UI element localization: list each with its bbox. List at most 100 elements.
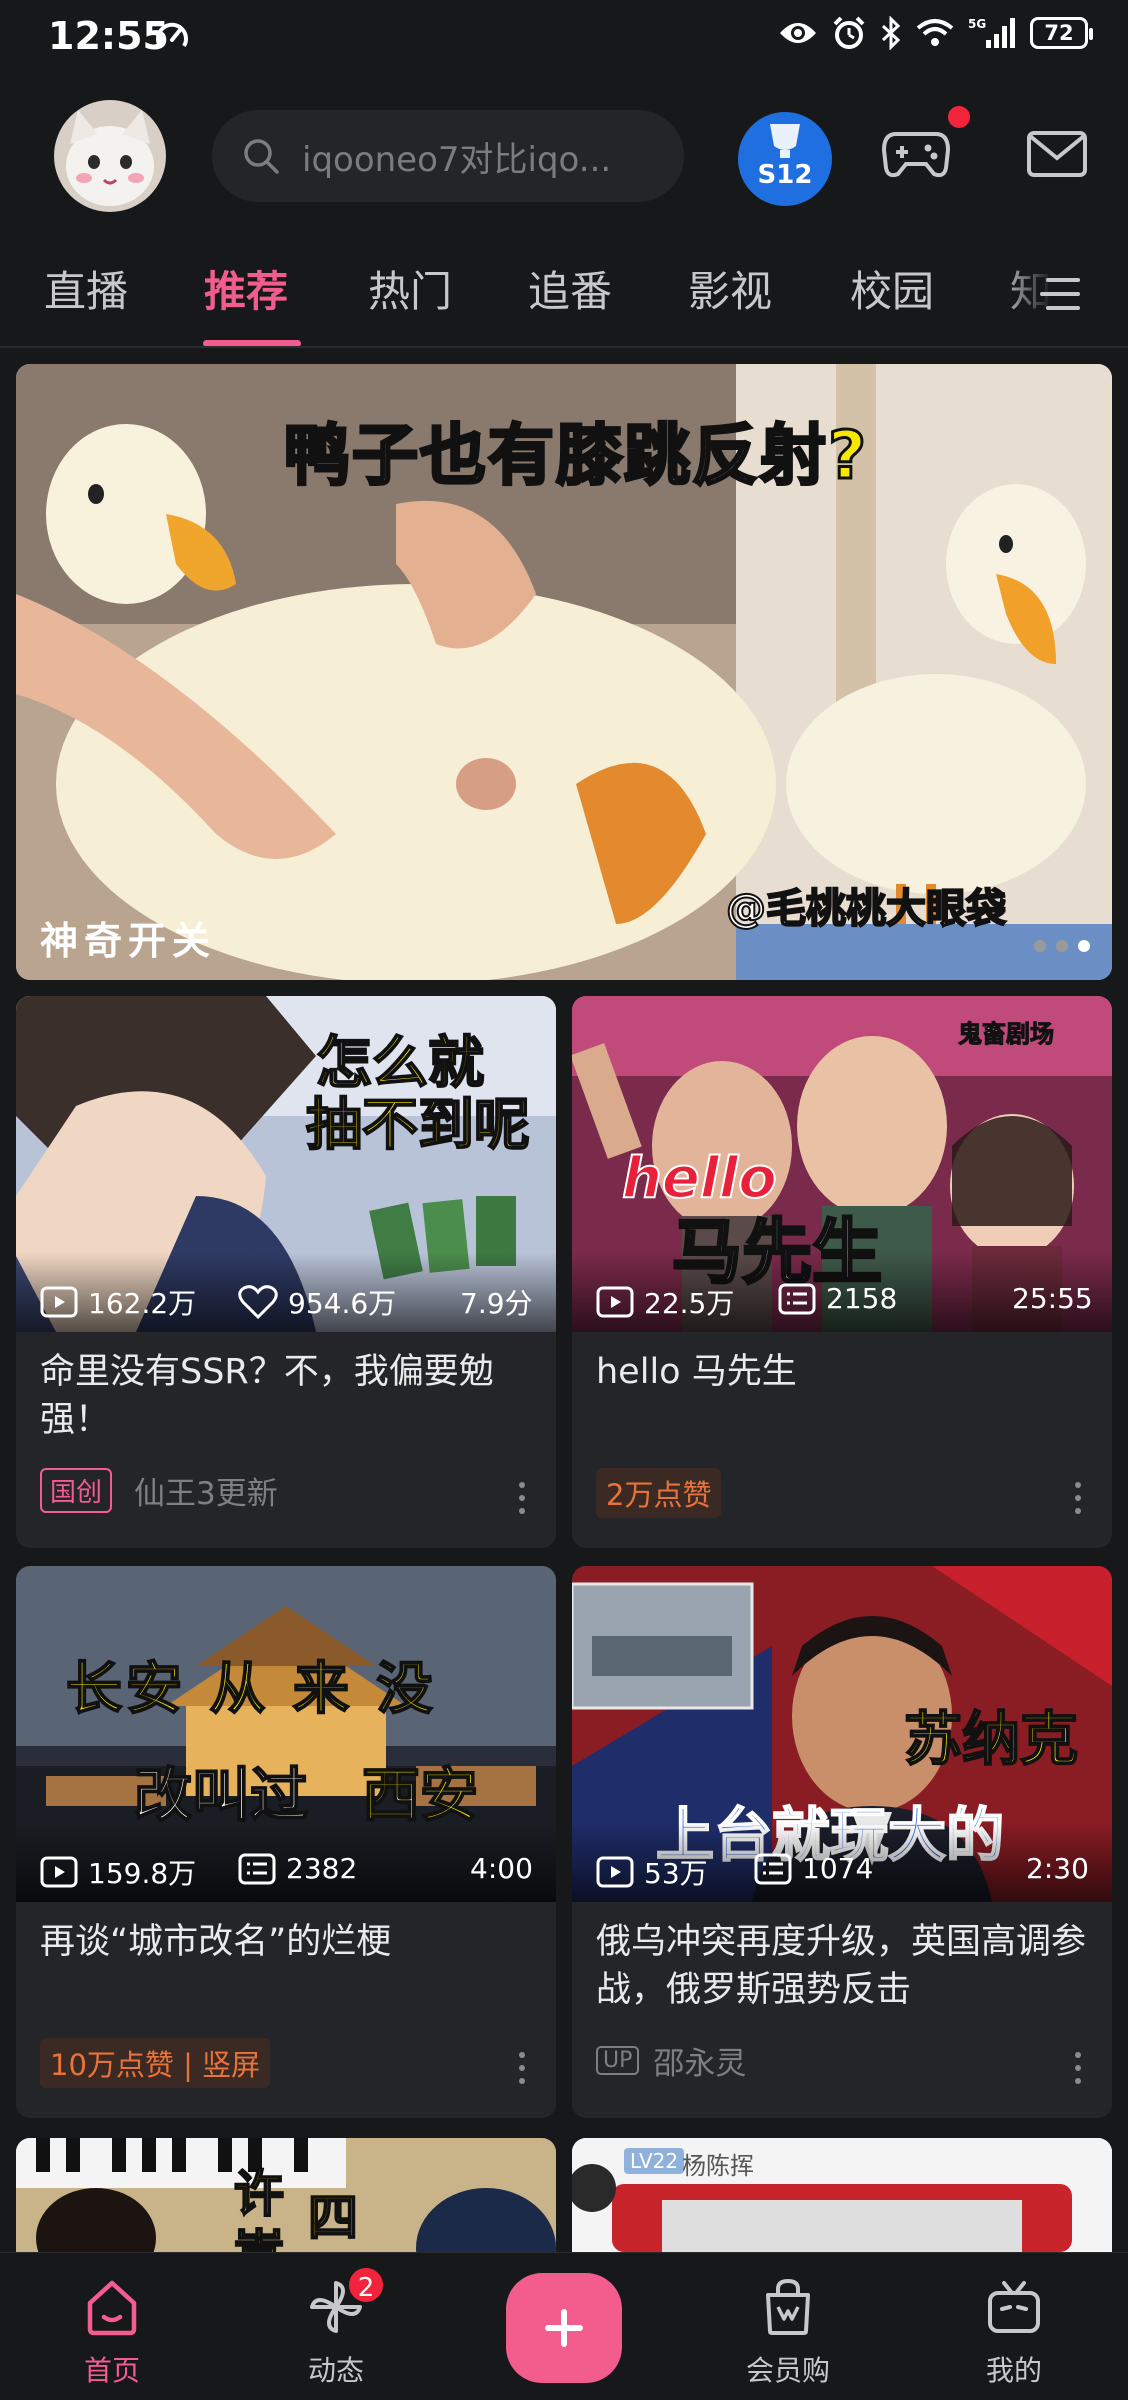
category-tabs: 直播 推荐 热门 追番 影视 校园 知 — [0, 248, 1128, 347]
video-stats: 53万 1074 2:30 — [572, 1822, 1112, 1902]
nav-dynamic-label: 动态 — [307, 2354, 364, 2387]
menu-icon[interactable] — [1040, 274, 1084, 314]
search-placeholder: iqooneo7对比iqo... — [302, 139, 612, 180]
heart-icon — [238, 1285, 278, 1320]
view-count: 53万 — [596, 1852, 708, 1892]
tab-campus[interactable]: 校园 — [850, 258, 934, 319]
play-count-icon — [40, 1286, 78, 1318]
notification-badge: 2 — [346, 2265, 386, 2305]
carousel-dot — [1056, 940, 1068, 952]
nav-dynamic[interactable]: 2 动态 — [256, 2253, 416, 2400]
thumbnail-overlay-line2b: 西安 — [361, 1760, 479, 1830]
gamepad-icon[interactable] — [882, 128, 950, 180]
video-stats: 22.5万 2158 25:55 — [572, 1252, 1112, 1332]
tab-hot[interactable]: 热门 — [368, 258, 452, 319]
carousel-indicator — [1034, 940, 1090, 952]
likes-tag: 2万点赞 — [596, 1468, 722, 1518]
more-options-icon[interactable] — [518, 2052, 526, 2084]
more-options-icon[interactable] — [518, 1482, 526, 1514]
video-card[interactable]: 鬼畜剧场 hello 马先生 22.5万 2158 25:55 hello 马先… — [572, 996, 1112, 1548]
video-title[interactable]: 命里没有SSR？不，我偏要勉强！ — [40, 1348, 532, 1444]
thumbnail-overlay-line1: 苏纳克 — [903, 1704, 1079, 1774]
video-thumbnail — [16, 2138, 556, 2252]
play-count-icon — [40, 1856, 78, 1888]
video-title[interactable]: hello 马先生 — [596, 1348, 1088, 1396]
video-card[interactable]: 苏纳克 上台就玩大的 53万 1074 2:30 俄乌冲突再度升级，英国高调参战… — [572, 1566, 1112, 2118]
shopping-bag-icon — [766, 2278, 810, 2335]
tv-face-icon — [988, 2281, 1040, 2333]
danmaku-count: 1074 — [754, 1852, 873, 1885]
view-count: 22.5万 — [596, 1282, 734, 1322]
update-info: 仙王3更新 — [134, 1476, 278, 1512]
tab-live[interactable]: 直播 — [44, 258, 128, 319]
thumbnail-corner-label: 鬼畜剧场 — [958, 1020, 1055, 1049]
alarm-icon — [833, 16, 865, 49]
thumbnail-overlay-c: 嵩 — [233, 2214, 285, 2252]
divider — [0, 346, 1128, 348]
video-card-partial[interactable]: LV22 杨陈挥 — [572, 2138, 1112, 2252]
banner-headline: 鸭子也有膝跳反射? — [283, 416, 869, 496]
home-icon — [87, 2280, 137, 2336]
bottom-navigation: 首页 2 动态 会员购 我的 — [0, 2252, 1128, 2400]
notification-dot — [948, 106, 970, 128]
uploader-name[interactable]: 邵永灵 — [653, 2038, 746, 2083]
mail-icon[interactable] — [1026, 130, 1088, 178]
carousel-dot — [1034, 940, 1046, 952]
battery-icon: 72 — [1030, 17, 1093, 49]
status-time: 12:55 — [48, 14, 169, 58]
thumbnail-overlay-line2: 抽不到呢 — [305, 1092, 531, 1159]
video-stats: 162.2万 954.6万 7.9分 — [16, 1252, 556, 1332]
video-meta: UP 邵永灵 — [596, 2038, 746, 2083]
danmaku-icon — [754, 1853, 792, 1884]
hero-banner[interactable]: 鸭子也有膝跳反射? @毛桃桃大眼袋 神奇开关 — [16, 364, 1112, 980]
video-meta: 10万点赞 | 竖屏 — [40, 2038, 271, 2088]
s12-event-button[interactable]: S12 — [738, 112, 832, 206]
search-icon — [244, 139, 279, 174]
nav-member-shop[interactable]: 会员购 — [708, 2253, 868, 2400]
upload-plus-button[interactable] — [506, 2273, 622, 2383]
tab-recommend[interactable]: 推荐 — [204, 258, 288, 319]
search-bar[interactable]: iqooneo7对比iqo... — [212, 110, 684, 202]
danmaku-count: 2158 — [778, 1282, 897, 1315]
thumbnail-overlay-line2a: 改叫过 — [133, 1760, 309, 1830]
danmaku-icon — [238, 1853, 276, 1884]
nav-home[interactable]: 首页 — [32, 2253, 192, 2400]
more-options-icon[interactable] — [1074, 2052, 1082, 2084]
video-title[interactable]: 再谈“城市改名”的烂梗 — [40, 1918, 532, 1966]
video-title[interactable]: 俄乌冲突再度升级，英国高调参战，俄罗斯强势反击 — [596, 1918, 1088, 2014]
up-badge: UP — [596, 2046, 640, 2075]
video-duration: 25:55 — [1012, 1282, 1093, 1315]
nav-home-label: 首页 — [83, 2354, 140, 2387]
video-card[interactable]: 怎么就 抽不到呢 162.2万 954.6万 7.9分 命里没有SSR？不，我偏… — [16, 996, 556, 1548]
video-stats: 159.8万 2382 4:00 — [16, 1822, 556, 1902]
uploader-name: 杨陈挥 — [682, 2152, 754, 2180]
category-tag: 国创 — [40, 1468, 113, 1513]
danmaku-count: 2382 — [238, 1852, 357, 1885]
banner-caption: 神奇开关 — [40, 919, 217, 963]
signal-icon: 5G — [968, 17, 1015, 48]
video-card-partial[interactable]: 许 四 嵩 — [16, 2138, 556, 2252]
svg-text:5G: 5G — [968, 17, 986, 31]
status-bar: 12:55 5G 72 — [0, 0, 1128, 72]
avatar[interactable] — [54, 100, 166, 212]
video-card[interactable]: 长安 从 来 没 改叫过 西安 159.8万 2382 4:00 再谈“城市改名… — [16, 1566, 556, 2118]
tab-film[interactable]: 影视 — [688, 258, 772, 319]
play-count-icon — [596, 1286, 634, 1318]
likes-tag: 10万点赞 | 竖屏 — [40, 2038, 271, 2088]
video-duration: 4:00 — [470, 1852, 533, 1885]
level-badge: LV22 — [624, 2148, 685, 2174]
nav-mine-label: 我的 — [985, 2354, 1042, 2387]
more-options-icon[interactable] — [1074, 1482, 1082, 1514]
tab-anime[interactable]: 追番 — [528, 258, 612, 319]
play-count-icon — [596, 1856, 634, 1888]
view-count: 159.8万 — [40, 1852, 196, 1892]
video-duration: 2:30 — [1026, 1852, 1089, 1885]
s12-label: S12 — [757, 160, 813, 190]
nav-mine[interactable]: 我的 — [934, 2253, 1094, 2400]
rating-score: 7.9分 — [460, 1287, 533, 1320]
video-meta: 2万点赞 — [596, 1468, 722, 1518]
view-count: 162.2万 — [40, 1282, 196, 1322]
top-header: iqooneo7对比iqo... S12 — [0, 72, 1128, 242]
danmaku-icon — [778, 1283, 816, 1314]
carousel-dot-active — [1078, 940, 1090, 952]
